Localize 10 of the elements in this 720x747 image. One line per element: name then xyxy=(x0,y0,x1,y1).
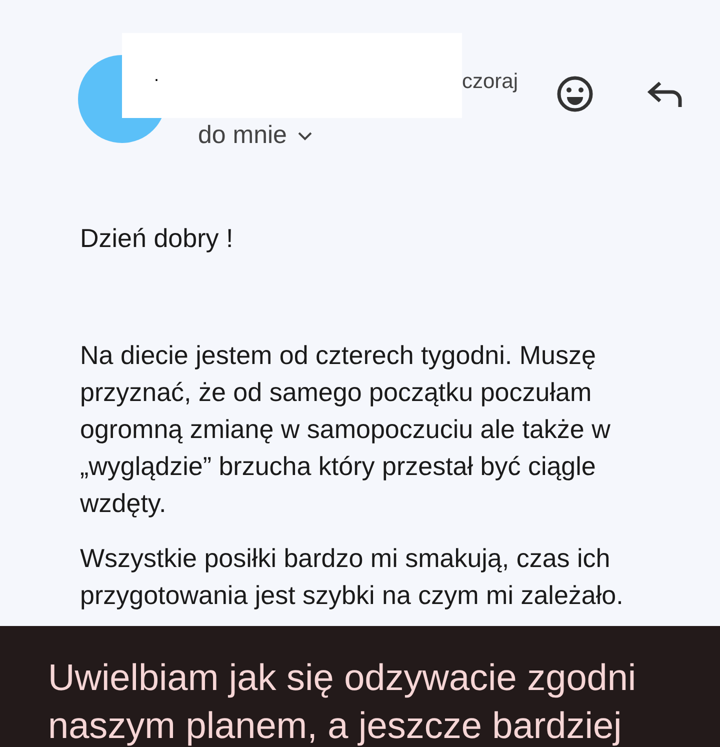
date-label: czoraj xyxy=(462,69,518,95)
email-paragraph: Wszystkie posiłki bardzo mi smakują, czas ich przygotowania jest szybki na czym mi zależało. xyxy=(80,542,624,612)
emoji-icon[interactable] xyxy=(556,75,594,113)
caption-text: Uwielbiam jak się odzywacie zgodni naszym planem, a jeszcze bardziej xyxy=(48,656,638,747)
recipient-label: do mnie xyxy=(198,120,287,151)
chevron-down-icon[interactable] xyxy=(296,130,313,142)
email-paragraph: Na diecie jestem od czterech tygodni. Muszę przyznać, że od samego początku poczułam ogromną zmianę w samopoczuciu ale także w „wyglądzie” brzucha który przestał być ciągle wzdęty. xyxy=(80,339,612,520)
email-paragraph: Dzień dobry ! xyxy=(80,222,234,255)
reply-icon[interactable] xyxy=(646,80,684,110)
redaction-box: . xyxy=(122,33,462,118)
